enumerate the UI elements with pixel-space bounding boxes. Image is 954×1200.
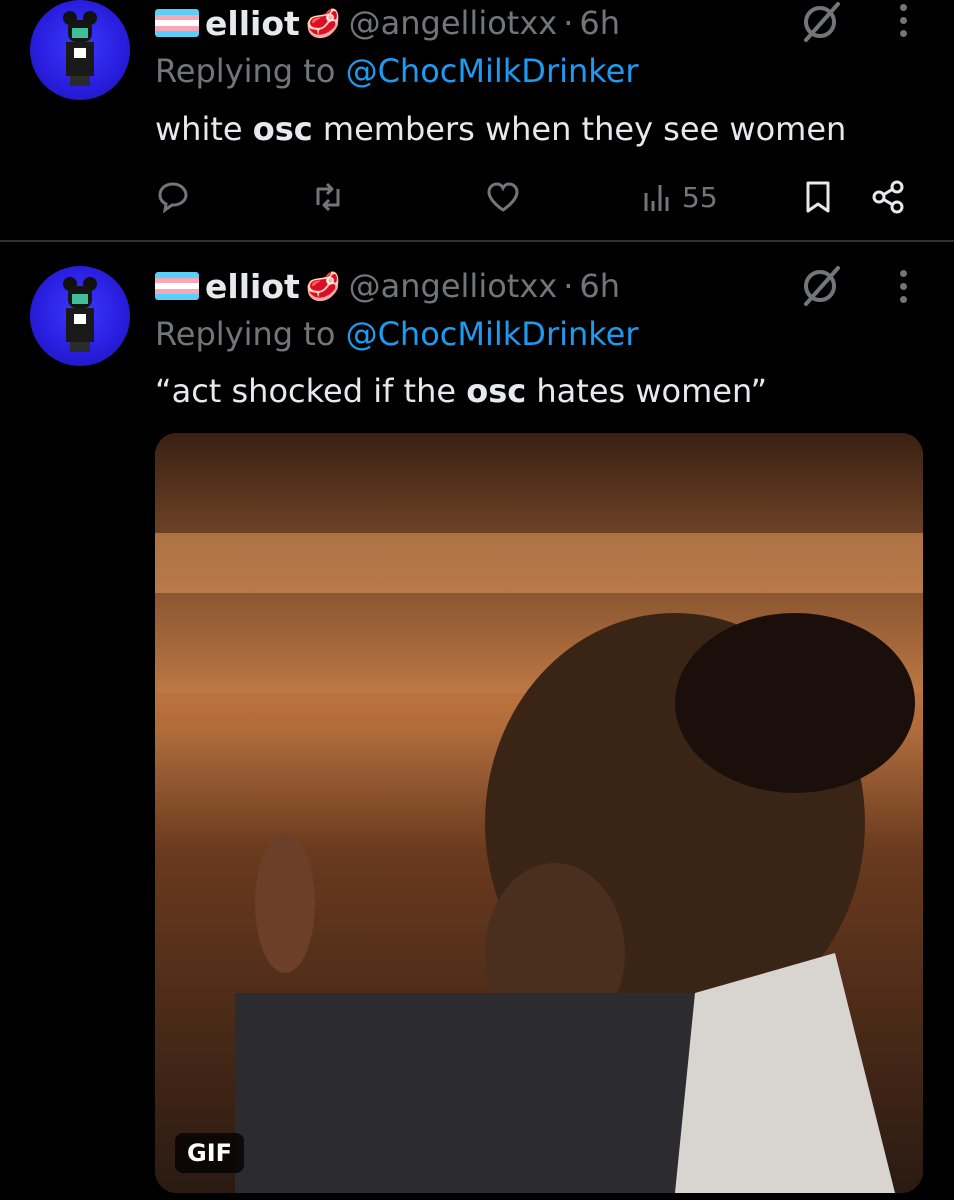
replying-prefix: Replying to [155, 315, 336, 353]
separator: · [563, 267, 574, 305]
display-name[interactable]: elliot [205, 267, 300, 306]
gif-image [155, 433, 923, 1193]
avatar-figure-icon [63, 277, 97, 352]
grok-icon[interactable] [800, 264, 844, 308]
transgender-flag-icon [155, 272, 199, 300]
tweet-header: elliot 🥩 @angelliotxx · 6h [155, 263, 620, 309]
tweet-text-part: hates women” [526, 372, 768, 410]
user-handle[interactable]: @angelliotxx [349, 267, 558, 305]
gif-badge: GIF [175, 1133, 245, 1173]
tweet-2[interactable]: elliot 🥩 @angelliotxx · 6h Replying to @… [0, 0, 954, 1200]
replying-to: Replying to @ChocMilkDrinker [155, 315, 639, 353]
steak-emoji-icon: 🥩 [305, 269, 341, 303]
more-options-icon[interactable] [895, 270, 911, 310]
tweet-text-bold: osc [466, 372, 527, 410]
timestamp[interactable]: 6h [579, 267, 620, 305]
gif-media[interactable]: GIF [155, 433, 923, 1193]
tweet-text-part: “act shocked if the [155, 372, 467, 410]
avatar[interactable] [30, 266, 130, 366]
mention-link[interactable]: @ChocMilkDrinker [346, 315, 639, 353]
tweet-text: “act shocked if the osc hates women” [155, 372, 767, 410]
